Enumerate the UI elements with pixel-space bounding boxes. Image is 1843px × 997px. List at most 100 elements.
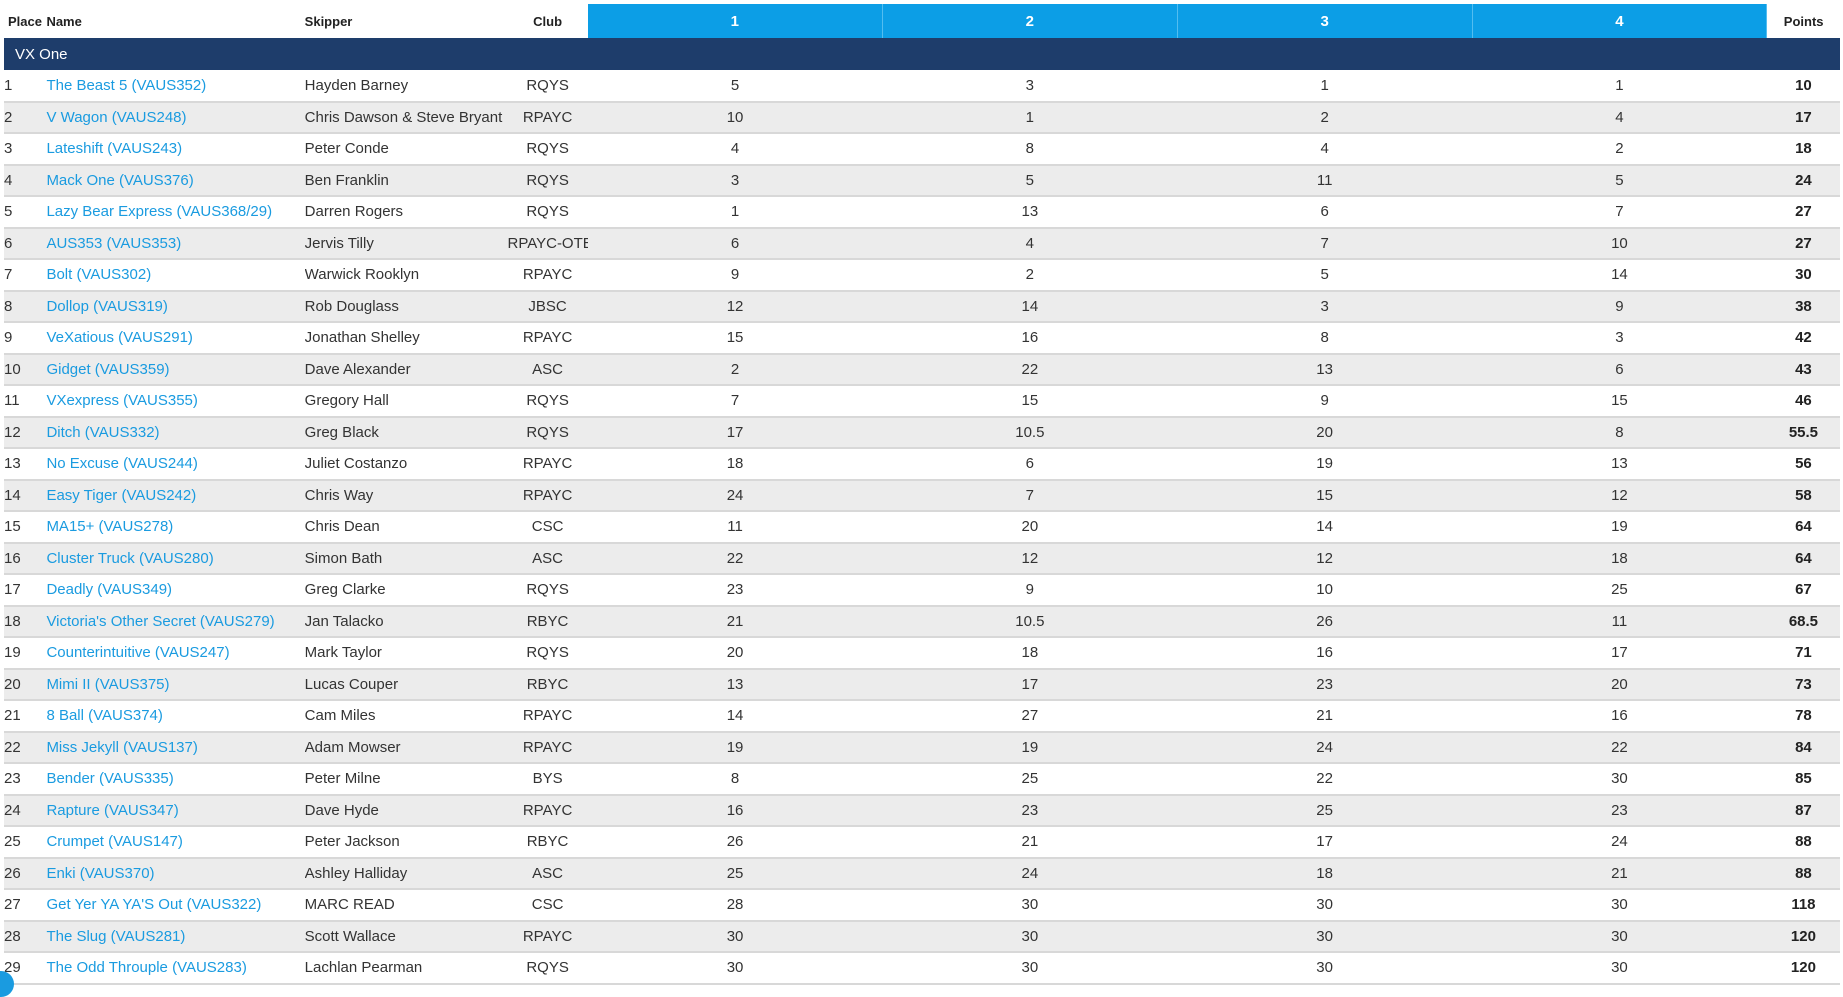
row-race-2-result: 2 xyxy=(1025,266,1035,284)
row-skipper: Jonathan Shelley xyxy=(304,329,420,347)
row-boat-name-link[interactable]: Cluster Truck (VAUS280) xyxy=(46,543,304,575)
row-place: 20 xyxy=(4,675,21,693)
row-points: 17 xyxy=(1795,108,1812,126)
row-skipper: Chris Dawson & Steve Bryant xyxy=(304,108,503,126)
row-boat-name-link[interactable]: MA15+ (VAUS278) xyxy=(46,511,304,543)
row-boat-name-link[interactable]: VeXatious (VAUS291) xyxy=(46,322,304,354)
row-race-1-result: 2 xyxy=(730,360,740,378)
row-club: RQYS xyxy=(526,76,569,94)
row-place: 17 xyxy=(4,581,21,599)
row-race-4-result: 21 xyxy=(1611,864,1628,882)
row-race-3-result: 18 xyxy=(1316,864,1333,882)
table-row: 21 8 Ball (VAUS374) Cam Miles RPAYC 14 27 21 16… xyxy=(4,700,1840,732)
row-skipper: Warwick Rooklyn xyxy=(304,266,420,284)
table-row: 7 Bolt (VAUS302) Warwick Rooklyn RPAYC 9 2 5 14… xyxy=(4,259,1840,291)
row-race-3-result: 9 xyxy=(1320,392,1329,410)
row-skipper: Greg Clarke xyxy=(304,581,386,599)
row-race-3-result: 25 xyxy=(1316,801,1333,819)
row-boat-name-link[interactable]: Mimi II (VAUS375) xyxy=(46,669,304,701)
row-points: 118 xyxy=(1791,896,1816,914)
row-race-3-result: 13 xyxy=(1316,360,1333,378)
row-skipper: Gregory Hall xyxy=(304,392,389,410)
row-race-1-result: 19 xyxy=(726,738,744,756)
row-race-3-result: 7 xyxy=(1320,234,1329,252)
row-race-1-result: 9 xyxy=(730,266,740,284)
row-race-4-result: 1 xyxy=(1615,76,1624,94)
row-boat-name-link[interactable]: The Odd Throuple (VAUS283) xyxy=(46,952,304,984)
row-boat-name-link[interactable]: The Slug (VAUS281) xyxy=(46,921,304,953)
row-club: RQYS xyxy=(526,171,569,189)
row-race-4-result: 22 xyxy=(1611,738,1628,756)
row-race-3-result: 5 xyxy=(1320,266,1329,284)
table-row: 16 Cluster Truck (VAUS280) Simon Bath ASC 22… xyxy=(4,542,1840,575)
row-boat-name-link[interactable]: V Wagon (VAUS248) xyxy=(46,102,304,134)
row-race-2-result: 15 xyxy=(1021,392,1039,410)
row-club: RPAYC xyxy=(522,801,573,819)
col-header-place[interactable]: Place xyxy=(4,4,46,38)
col-header-race-2[interactable]: 2 xyxy=(882,4,1178,38)
row-race-4-result: 30 xyxy=(1611,896,1628,914)
row-race-4-result: 2 xyxy=(1615,140,1624,158)
row-boat-name-link[interactable]: VXexpress (VAUS355) xyxy=(46,385,304,417)
row-skipper: Chris Dean xyxy=(304,518,380,536)
row-points: 68.5 xyxy=(1788,612,1819,630)
row-boat-name-link[interactable]: Bender (VAUS335) xyxy=(46,763,304,795)
row-boat-name-link[interactable]: The Beast 5 (VAUS352) xyxy=(46,70,304,102)
row-place: 27 xyxy=(4,896,21,914)
col-header-skipper[interactable]: Skipper xyxy=(305,4,508,38)
col-header-race-4[interactable]: 4 xyxy=(1472,4,1768,38)
row-boat-name-link[interactable]: Lateshift (VAUS243) xyxy=(46,133,304,165)
row-race-2-result: 3 xyxy=(1025,76,1035,94)
row-skipper: Scott Wallace xyxy=(304,927,396,945)
row-club: RPAYC xyxy=(522,738,573,756)
row-race-4-result: 11 xyxy=(1611,612,1628,630)
row-place: 26 xyxy=(4,864,21,882)
row-points: 30 xyxy=(1795,266,1812,284)
row-boat-name-link[interactable]: Deadly (VAUS349) xyxy=(46,574,304,606)
row-boat-name-link[interactable]: 8 Ball (VAUS374) xyxy=(46,700,304,732)
row-boat-name-link[interactable]: Rapture (VAUS347) xyxy=(46,795,304,827)
row-boat-name-link[interactable]: Gidget (VAUS359) xyxy=(46,354,304,386)
table-row: 3 Lateshift (VAUS243) Peter Conde RQYS 4 8 4 2 1… xyxy=(4,133,1840,165)
row-boat-name-link[interactable]: Ditch (VAUS332) xyxy=(46,417,304,449)
row-boat-name-link[interactable]: Mack One (VAUS376) xyxy=(46,165,304,197)
row-boat-name-link[interactable]: Easy Tiger (VAUS242) xyxy=(46,480,304,512)
row-points: 38 xyxy=(1795,297,1812,315)
col-header-club[interactable]: Club xyxy=(507,4,587,38)
row-race-2-result: 25 xyxy=(1021,770,1039,788)
row-boat-name-link[interactable]: Lazy Bear Express (VAUS368/29) xyxy=(46,196,304,228)
row-boat-name-link[interactable]: Crumpet (VAUS147) xyxy=(46,826,304,858)
row-race-2-result: 9 xyxy=(1025,581,1035,599)
row-boat-name-link[interactable]: Bolt (VAUS302) xyxy=(46,259,304,291)
row-skipper: Lucas Couper xyxy=(304,675,399,693)
row-race-1-result: 21 xyxy=(726,612,744,630)
row-race-4-result: 20 xyxy=(1611,675,1628,693)
row-points: 58 xyxy=(1795,486,1812,504)
row-boat-name-link[interactable]: Dollop (VAUS319) xyxy=(46,291,304,323)
row-race-4-result: 30 xyxy=(1611,770,1628,788)
row-boat-name-link[interactable]: AUS353 (VAUS353) xyxy=(46,228,304,260)
row-boat-name-link[interactable]: Enki (VAUS370) xyxy=(46,858,304,890)
row-club: RPAYC xyxy=(522,266,573,284)
col-header-name[interactable]: Name xyxy=(46,4,304,38)
col-header-race-3[interactable]: 3 xyxy=(1177,4,1473,38)
row-race-1-result: 12 xyxy=(726,297,744,315)
row-boat-name-link[interactable]: Miss Jekyll (VAUS137) xyxy=(46,732,304,764)
row-points: 46 xyxy=(1795,392,1812,410)
row-race-2-result: 18 xyxy=(1021,644,1039,662)
row-race-4-result: 7 xyxy=(1615,203,1624,221)
row-place: 23 xyxy=(4,770,21,788)
row-points: 10 xyxy=(1795,76,1812,94)
row-place: 10 xyxy=(4,360,21,378)
row-boat-name-link[interactable]: Counterintuitive (VAUS247) xyxy=(46,637,304,669)
row-race-2-result: 22 xyxy=(1021,360,1039,378)
row-race-1-result: 13 xyxy=(726,675,744,693)
row-boat-name-link[interactable]: Victoria's Other Secret (VAUS279) xyxy=(46,606,304,638)
row-points: 87 xyxy=(1795,801,1812,819)
row-boat-name-link[interactable]: No Excuse (VAUS244) xyxy=(46,448,304,480)
col-header-race-1[interactable]: 1 xyxy=(587,4,883,38)
row-club: RQYS xyxy=(526,392,569,410)
row-boat-name-link[interactable]: Get Yer YA YA'S Out (VAUS322) xyxy=(46,889,304,921)
col-header-points[interactable]: Points xyxy=(1767,4,1840,38)
row-race-3-result: 8 xyxy=(1320,329,1329,347)
